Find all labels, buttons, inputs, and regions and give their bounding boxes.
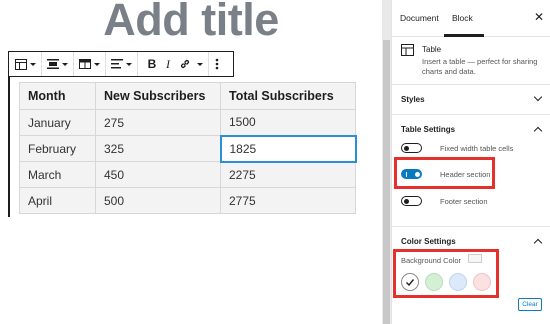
table-settings-label[interactable]: Table Settings [401, 125, 455, 134]
table-row: February 325 1825 [19, 134, 357, 163]
chevron-down-icon [533, 92, 543, 102]
table-cell[interactable]: 1500 [220, 109, 356, 136]
chevron-up-icon[interactable] [533, 126, 543, 136]
block-toolbar: B I [8, 51, 234, 77]
table-columns-icon[interactable] [79, 52, 100, 76]
table-cell[interactable]: 2275 [220, 161, 356, 188]
table-cell[interactable]: 2775 [220, 187, 356, 214]
table-block[interactable]: Month New Subscribers Total Subscribers … [8, 77, 363, 217]
footer-section-label: Footer section [440, 196, 488, 206]
block-card: Table Insert a table — perfect for shari… [392, 37, 550, 85]
link-icon[interactable] [176, 52, 194, 76]
table-row: March 450 2275 [19, 161, 356, 188]
table-cell[interactable]: April [19, 187, 96, 214]
bold-icon[interactable]: B [144, 52, 160, 76]
editor-canvas: Add title B I Month New Subscribers Tota… [0, 0, 382, 324]
table-row: April 500 2775 [19, 187, 356, 214]
fixed-width-toggle[interactable] [401, 143, 422, 153]
styles-panel-label: Styles [401, 95, 425, 104]
table-cell[interactable]: 325 [95, 135, 221, 162]
subscribers-table: Month New Subscribers Total Subscribers … [19, 82, 357, 214]
table-header-row: Month New Subscribers Total Subscribers [19, 82, 356, 110]
color-settings-label[interactable]: Color Settings [401, 237, 456, 246]
highlight-box-background-color [393, 249, 499, 298]
table-block-icon [401, 44, 414, 58]
close-icon[interactable]: ✕ [534, 10, 544, 24]
table-cell[interactable]: 275 [95, 109, 221, 136]
more-options-icon[interactable] [215, 52, 219, 76]
table-cell[interactable]: January [19, 109, 96, 136]
fixed-width-label: Fixed width table cells [440, 143, 514, 153]
toggle-row-fixed-width: Fixed width table cells [401, 141, 513, 155]
header-cell-new-subscribers[interactable]: New Subscribers [95, 82, 221, 110]
table-icon[interactable] [15, 52, 36, 76]
highlight-box-header-section [394, 157, 495, 189]
block-card-description: Insert a table — perfect for sharing cha… [422, 57, 538, 76]
footer-section-toggle[interactable] [401, 196, 422, 206]
align-center-icon[interactable] [47, 52, 68, 76]
table-cell-active[interactable]: 1825 [219, 134, 357, 163]
sidebar-tabs: Document Block ✕ [392, 0, 550, 37]
block-card-title: Table [422, 45, 442, 54]
table-cell[interactable]: 500 [95, 187, 221, 214]
editor-scrollbar[interactable] [382, 0, 391, 324]
chevron-up-icon[interactable] [533, 238, 543, 248]
align-left-icon[interactable] [111, 52, 132, 76]
header-cell-total-subscribers[interactable]: Total Subscribers [220, 82, 356, 110]
table-row: January 275 1500 [19, 109, 356, 136]
toggle-row-footer-section: Footer section [401, 194, 488, 208]
scrollbar-thumb[interactable] [383, 40, 390, 324]
table-cell[interactable]: February [19, 135, 96, 162]
more-formatting-chevron-icon[interactable] [194, 52, 206, 76]
table-cell[interactable]: 450 [95, 161, 221, 188]
clear-color-button[interactable]: Clear [518, 298, 542, 311]
header-cell-month[interactable]: Month [19, 82, 96, 110]
styles-panel-toggle[interactable]: Styles [392, 85, 550, 115]
table-cell[interactable]: March [19, 161, 96, 188]
italic-icon[interactable]: I [160, 52, 176, 76]
tab-block[interactable]: Block [452, 13, 473, 23]
tab-document[interactable]: Document [400, 13, 439, 23]
post-title[interactable]: Add title [0, 0, 382, 46]
